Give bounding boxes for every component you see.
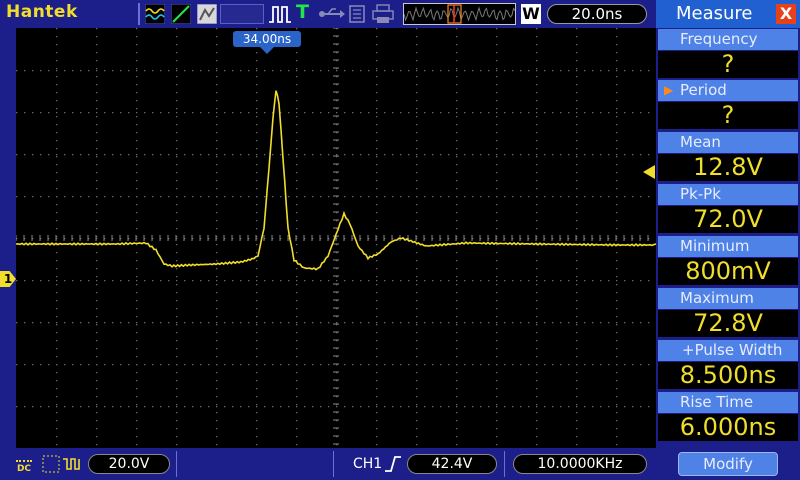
coupling-indicator[interactable]: DC <box>14 454 34 474</box>
panel-title: Measure <box>676 3 753 24</box>
trigger-position-label[interactable]: 34.00ns <box>233 31 301 47</box>
waveform-icon[interactable] <box>145 4 165 24</box>
printer-icon <box>372 4 394 23</box>
timebase-readout[interactable]: 20.0ns <box>547 4 647 24</box>
measure-name-frequency[interactable]: Frequency <box>658 29 798 50</box>
acquire-mode-box <box>220 4 264 24</box>
memory-icon <box>349 5 365 23</box>
invert-icon[interactable] <box>62 455 82 473</box>
ch1-volts-div[interactable]: 20.0V <box>88 454 170 474</box>
trigger-status: T <box>296 1 309 23</box>
ramp-icon[interactable] <box>171 4 191 24</box>
frequency-counter: 10.0000KHz <box>513 454 647 474</box>
run-stop-icon[interactable] <box>268 4 292 24</box>
memory-waveform-preview <box>403 4 516 24</box>
ch1-waveform <box>16 90 656 271</box>
measure-value-rise-time: 6.000ns <box>658 414 798 441</box>
trigger-source[interactable]: CH1 <box>353 456 382 472</box>
brand-logo: Hantek <box>6 2 78 22</box>
bottom-status-bar: DC 20.0V CH1 42.4V 10.0000KHz <box>0 448 656 480</box>
trigger-position-arrow <box>260 47 274 54</box>
measure-value-frequency: ? <box>658 51 798 78</box>
measure-value-minimum: 800mV <box>658 258 798 285</box>
measure-name-pkpk[interactable]: Pk-Pk <box>658 184 798 205</box>
measure-panel: Measure X Frequency ? Period ? Mean 12.8… <box>656 0 800 480</box>
divider <box>333 451 334 477</box>
measure-name-mean[interactable]: Mean <box>658 132 798 153</box>
measure-value-maximum: 72.8V <box>658 310 798 337</box>
measure-name-minimum[interactable]: Minimum <box>658 236 798 257</box>
window-tag[interactable]: W <box>521 4 541 24</box>
measure-value-period: ? <box>658 102 798 129</box>
scope-display[interactable] <box>16 28 656 448</box>
close-button[interactable]: X <box>776 4 796 24</box>
trigger-level-marker[interactable] <box>643 165 655 179</box>
persist-icon[interactable] <box>197 4 217 24</box>
coupling-dc-label: DC <box>16 464 32 474</box>
measure-panel-header: Measure X <box>656 0 800 28</box>
modify-button[interactable]: Modify <box>678 452 778 476</box>
trigger-level-readout[interactable]: 42.4V <box>407 454 497 474</box>
measure-name-maximum[interactable]: Maximum <box>658 288 798 309</box>
usb-icon <box>319 8 345 18</box>
coupling-ac-symbol <box>16 454 32 462</box>
ch1-ground-marker[interactable]: 1 <box>0 271 16 287</box>
top-status-bar: Hantek T W 20.0ns <box>0 0 656 28</box>
measure-name-period[interactable]: Period <box>658 80 798 101</box>
divider <box>176 451 177 477</box>
waveform-memory-view[interactable] <box>403 3 516 25</box>
rising-slope-icon[interactable] <box>384 455 402 473</box>
measure-value-pulse-width: 8.500ns <box>658 362 798 389</box>
divider <box>138 3 140 25</box>
measure-name-pulse-width[interactable]: +Pulse Width <box>658 340 798 361</box>
bandwidth-icon[interactable] <box>42 455 60 473</box>
measure-value-mean: 12.8V <box>658 154 798 181</box>
measure-value-pkpk: 72.0V <box>658 206 798 233</box>
divider <box>504 451 505 477</box>
measure-name-rise-time[interactable]: Rise Time <box>658 392 798 413</box>
